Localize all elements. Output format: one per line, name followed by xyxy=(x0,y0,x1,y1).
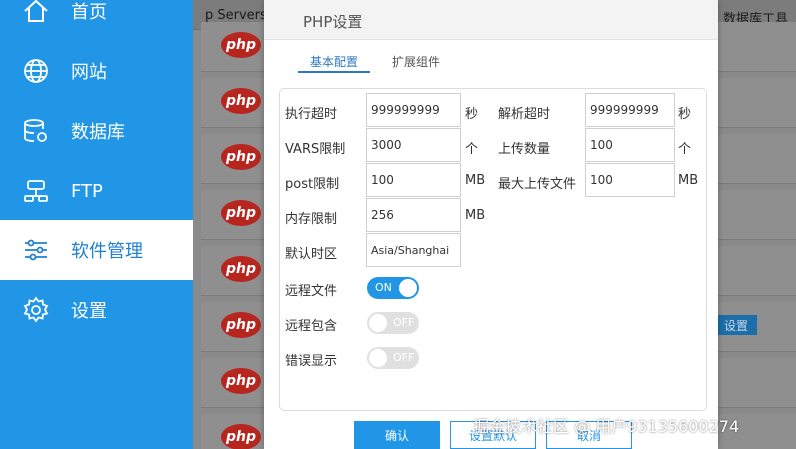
max-upload-unit: MB xyxy=(678,173,699,188)
max-upload-label: 最大上传文件 xyxy=(498,177,577,192)
upload-count-input[interactable]: 100 xyxy=(585,128,675,162)
sidebar-item-label: 网站 xyxy=(71,62,107,83)
sidebar-item-settings[interactable]: 设置 xyxy=(0,280,193,340)
memory-limit-unit: MB xyxy=(465,208,486,223)
sidebar: 首页 网站 数据库 FTP 软件管理 设置 xyxy=(0,0,193,449)
vars-limit-unit: 个 xyxy=(465,142,479,157)
database-icon xyxy=(22,117,50,145)
parse-timeout-input[interactable]: 999999999 xyxy=(585,93,675,127)
timezone-input[interactable]: Asia/Shanghai xyxy=(366,233,461,267)
toggle-state: OFF xyxy=(393,316,415,329)
parse-timeout-label: 解析超时 xyxy=(498,107,551,122)
vars-limit-input[interactable]: 3000 xyxy=(366,128,461,162)
php-logo: php xyxy=(221,312,261,338)
php-logo: php xyxy=(221,200,261,226)
toggle-knob xyxy=(369,314,387,332)
post-limit-label: post限制 xyxy=(285,177,340,192)
memory-limit-input[interactable]: 256 xyxy=(366,198,461,232)
php-logo: php xyxy=(221,88,261,114)
dialog-title-bar: PHP设置 xyxy=(264,0,718,40)
sidebar-item-label: 设置 xyxy=(71,301,107,322)
sliders-icon xyxy=(22,236,50,264)
tab-basic-config[interactable]: 基本配置 xyxy=(310,53,358,70)
sidebar-item-label: 数据库 xyxy=(71,122,125,143)
sidebar-item-software[interactable]: 软件管理 xyxy=(0,220,193,280)
php-logo: php xyxy=(221,32,261,58)
tab-extensions[interactable]: 扩展组件 xyxy=(392,53,440,70)
active-tab-indicator xyxy=(298,71,370,73)
dialog-title: PHP设置 xyxy=(303,13,363,31)
exec-timeout-input[interactable]: 999999999 xyxy=(366,93,461,127)
sidebar-item-website[interactable]: 网站 xyxy=(0,41,193,101)
sidebar-item-ftp[interactable]: FTP xyxy=(0,161,193,221)
toggle-state: ON xyxy=(375,281,392,294)
globe-icon xyxy=(22,57,50,85)
error-display-toggle[interactable]: OFF xyxy=(367,347,419,369)
sidebar-item-home[interactable]: 首页 xyxy=(0,0,193,41)
sidebar-item-label: 软件管理 xyxy=(71,241,143,262)
max-upload-input[interactable]: 100 xyxy=(585,163,675,197)
sidebar-item-label: FTP xyxy=(71,180,103,202)
exec-timeout-unit: 秒 xyxy=(465,107,479,122)
exec-timeout-label: 执行超时 xyxy=(285,107,338,122)
upload-count-label: 上传数量 xyxy=(498,142,551,157)
parse-timeout-unit: 秒 xyxy=(678,107,692,122)
vars-limit-label: VARS限制 xyxy=(285,142,346,157)
remote-file-label: 远程文件 xyxy=(285,284,338,299)
php-logo: php xyxy=(221,144,261,170)
timezone-label: 默认时区 xyxy=(285,247,338,262)
sidebar-item-label: 首页 xyxy=(71,2,107,23)
confirm-button[interactable]: 确认 xyxy=(354,421,440,449)
php-logo: php xyxy=(221,368,261,394)
remote-include-toggle[interactable]: OFF xyxy=(367,312,419,334)
memory-limit-label: 内存限制 xyxy=(285,212,338,227)
sidebar-item-database[interactable]: 数据库 xyxy=(0,101,193,161)
remote-file-toggle[interactable]: ON xyxy=(367,277,419,299)
list-header-left: p Servers xyxy=(205,8,267,23)
ftp-server-icon xyxy=(22,177,50,205)
toggle-knob xyxy=(399,279,417,297)
settings-button[interactable]: 设置 xyxy=(715,315,757,335)
remote-include-label: 远程包含 xyxy=(285,319,338,334)
php-settings-dialog: PHP设置 基本配置 扩展组件 执行超时 999999999 秒 解析超时 99… xyxy=(264,0,718,449)
post-limit-unit: MB xyxy=(465,173,486,188)
toggle-knob xyxy=(369,349,387,367)
home-icon xyxy=(22,0,50,25)
watermark: 掘金技术社区 @ 用户93135600274 xyxy=(473,417,740,436)
php-logo: php xyxy=(221,256,261,282)
post-limit-input[interactable]: 100 xyxy=(366,163,461,197)
php-logo: php xyxy=(221,424,261,449)
gear-icon xyxy=(22,296,50,324)
error-display-label: 错误显示 xyxy=(285,354,338,369)
upload-count-unit: 个 xyxy=(678,142,692,157)
toggle-state: OFF xyxy=(393,351,415,364)
